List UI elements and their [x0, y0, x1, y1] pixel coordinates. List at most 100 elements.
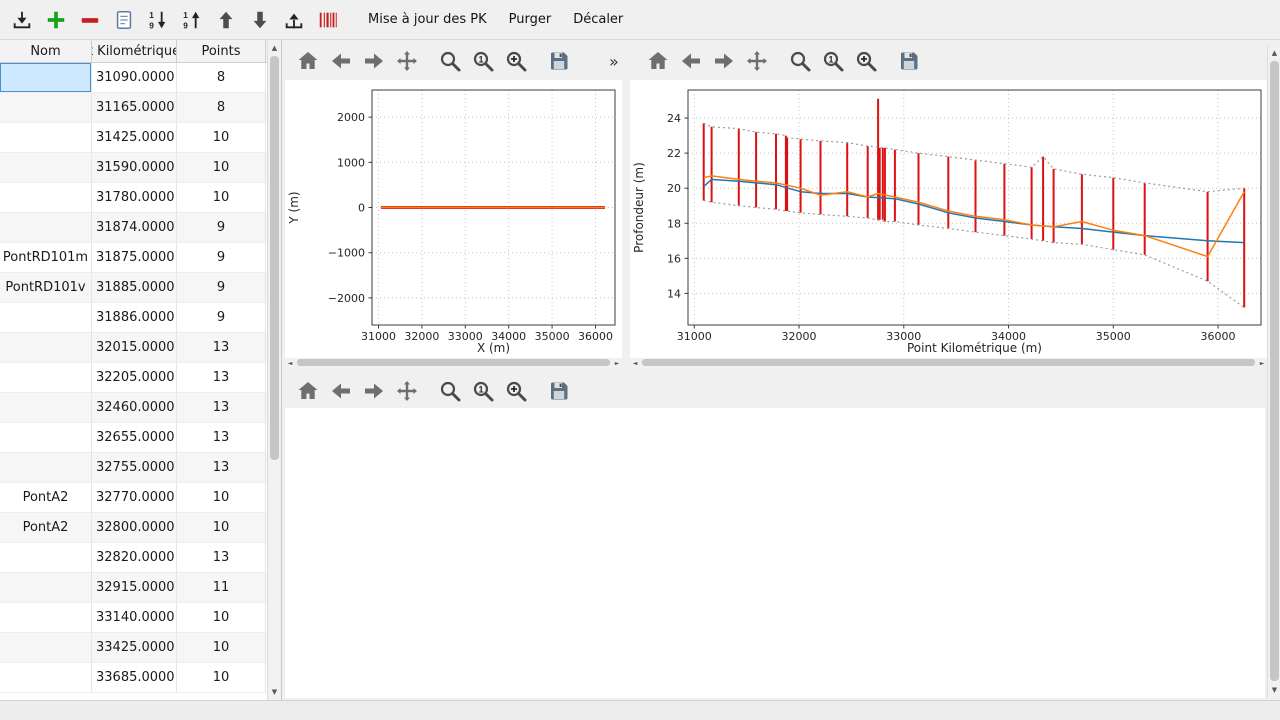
cell-nom[interactable]	[0, 183, 92, 213]
cell-pk[interactable]: 31425.0000	[92, 123, 177, 153]
cell-points[interactable]: 13	[177, 393, 266, 423]
cell-points[interactable]: 13	[177, 423, 266, 453]
table-row[interactable]: PontRD101v31885.00009	[0, 273, 281, 303]
add-row-button[interactable]	[40, 5, 72, 35]
cell-nom[interactable]	[0, 333, 92, 363]
toolbar-overflow-button[interactable]: »	[609, 48, 619, 74]
cell-nom[interactable]: PontA2	[0, 513, 92, 543]
cell-nom[interactable]	[0, 543, 92, 573]
table-row[interactable]: 31886.00009	[0, 303, 281, 333]
cell-points[interactable]: 10	[177, 663, 266, 693]
profile-chart[interactable]: 3100032000330003400035000360001416182022…	[630, 80, 1267, 358]
remove-row-button[interactable]	[74, 5, 106, 35]
zoom-one-button[interactable]: 1	[470, 48, 496, 74]
cell-nom[interactable]	[0, 663, 92, 693]
cell-pk[interactable]: 31886.0000	[92, 303, 177, 333]
zoom-button[interactable]	[787, 48, 813, 74]
cell-points[interactable]: 10	[177, 153, 266, 183]
scroll-left-icon[interactable]: ◄	[630, 358, 640, 368]
save-figure-button[interactable]	[546, 378, 572, 404]
scroll-up-icon[interactable]: ▲	[268, 41, 281, 55]
cell-points[interactable]: 13	[177, 453, 266, 483]
cell-pk[interactable]: 31875.0000	[92, 243, 177, 273]
scroll-right-icon[interactable]: ►	[612, 358, 622, 368]
scroll-down-icon[interactable]: ▼	[1268, 683, 1280, 697]
table-row[interactable]: 33425.000010	[0, 633, 281, 663]
scroll-handle[interactable]	[642, 359, 1255, 366]
zoom-button[interactable]	[437, 48, 463, 74]
cell-pk[interactable]: 32820.0000	[92, 543, 177, 573]
cell-points[interactable]: 9	[177, 213, 266, 243]
zoom-one-button[interactable]: 1	[470, 378, 496, 404]
back-button[interactable]	[678, 48, 704, 74]
cell-points[interactable]: 10	[177, 633, 266, 663]
sort-ascending-button[interactable]: 19	[142, 5, 174, 35]
cell-nom[interactable]	[0, 393, 92, 423]
cell-pk[interactable]: 31165.0000	[92, 93, 177, 123]
cell-pk[interactable]: 33425.0000	[92, 633, 177, 663]
cell-points[interactable]: 11	[177, 573, 266, 603]
cell-pk[interactable]: 32800.0000	[92, 513, 177, 543]
save-figure-button[interactable]	[896, 48, 922, 74]
cell-pk[interactable]: 32015.0000	[92, 333, 177, 363]
cell-points[interactable]: 13	[177, 363, 266, 393]
forward-button[interactable]	[361, 378, 387, 404]
move-up-button[interactable]	[210, 5, 242, 35]
purge-button[interactable]: Purger	[499, 5, 562, 35]
trajectory-hscrollbar[interactable]: ◄ ►	[285, 358, 622, 368]
cell-nom[interactable]	[0, 633, 92, 663]
cell-pk[interactable]: 31780.0000	[92, 183, 177, 213]
cell-nom[interactable]	[0, 63, 92, 93]
sort-descending-button[interactable]: 19	[176, 5, 208, 35]
update-pk-button[interactable]: Mise à jour des PK	[358, 5, 497, 35]
scroll-right-icon[interactable]: ►	[1257, 358, 1267, 368]
table-row[interactable]: 32820.000013	[0, 543, 281, 573]
pan-button[interactable]	[744, 48, 770, 74]
cell-points[interactable]: 8	[177, 93, 266, 123]
cell-points[interactable]: 10	[177, 603, 266, 633]
cell-points[interactable]: 10	[177, 183, 266, 213]
home-button[interactable]	[645, 48, 671, 74]
column-header-pk[interactable]: t Kilométrique	[92, 40, 177, 62]
edit-document-button[interactable]	[108, 5, 140, 35]
scroll-handle[interactable]	[1270, 61, 1279, 681]
cell-nom[interactable]	[0, 153, 92, 183]
cell-pk[interactable]: 33685.0000	[92, 663, 177, 693]
scroll-handle[interactable]	[297, 359, 610, 366]
cell-points[interactable]: 13	[177, 543, 266, 573]
cell-points[interactable]: 9	[177, 273, 266, 303]
cell-points[interactable]: 10	[177, 483, 266, 513]
scroll-handle[interactable]	[270, 56, 279, 460]
zoom-region-button[interactable]	[853, 48, 879, 74]
cell-pk[interactable]: 31874.0000	[92, 213, 177, 243]
table-row[interactable]: PontRD101m31875.00009	[0, 243, 281, 273]
cell-nom[interactable]	[0, 303, 92, 333]
zoom-button[interactable]	[437, 378, 463, 404]
table-row[interactable]: 32655.000013	[0, 423, 281, 453]
right-scrollbar[interactable]: ▲ ▼	[1267, 45, 1280, 698]
table-row[interactable]: 31165.00008	[0, 93, 281, 123]
table-row[interactable]: PontA232800.000010	[0, 513, 281, 543]
home-button[interactable]	[295, 378, 321, 404]
profile-chart-canvas[interactable]: 3100032000330003400035000360001416182022…	[630, 80, 1267, 358]
cell-nom[interactable]	[0, 213, 92, 243]
profile-hscrollbar[interactable]: ◄ ►	[630, 358, 1267, 368]
forward-button[interactable]	[361, 48, 387, 74]
cell-points[interactable]: 9	[177, 243, 266, 273]
cell-points[interactable]: 13	[177, 333, 266, 363]
home-button[interactable]	[295, 48, 321, 74]
table-row[interactable]: 32915.000011	[0, 573, 281, 603]
column-header-nom[interactable]: Nom	[0, 40, 92, 62]
cell-pk[interactable]: 32915.0000	[92, 573, 177, 603]
table-row[interactable]: 31425.000010	[0, 123, 281, 153]
cell-points[interactable]: 9	[177, 303, 266, 333]
cell-nom[interactable]	[0, 363, 92, 393]
back-button[interactable]	[328, 378, 354, 404]
scroll-down-icon[interactable]: ▼	[268, 685, 281, 699]
column-header-points[interactable]: Points	[177, 40, 266, 62]
table-row[interactable]: 31780.000010	[0, 183, 281, 213]
table-scrollbar[interactable]: ▲ ▼	[267, 40, 281, 700]
export-button[interactable]	[278, 5, 310, 35]
scroll-left-icon[interactable]: ◄	[285, 358, 295, 368]
cell-points[interactable]: 10	[177, 513, 266, 543]
